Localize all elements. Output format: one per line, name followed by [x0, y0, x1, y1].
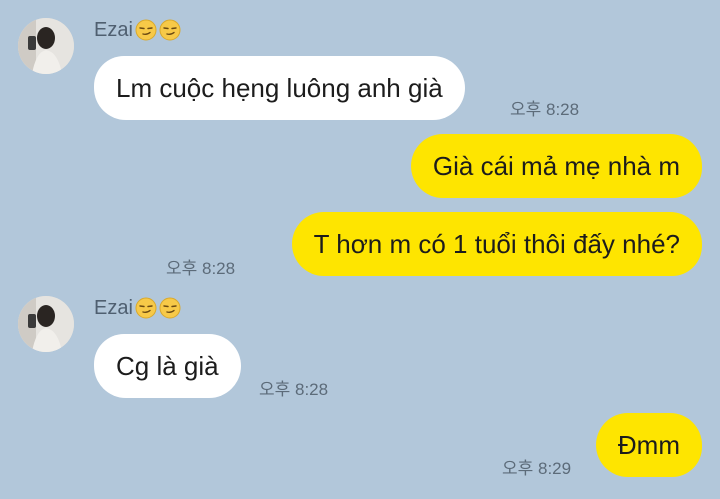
message-text: T hơn m có 1 tuổi thôi đấy nhé?: [313, 229, 680, 259]
avatar[interactable]: [18, 18, 74, 74]
message-bubble-outgoing[interactable]: T hơn m có 1 tuổi thôi đấy nhé?: [291, 212, 702, 276]
smirk-face-icon: [135, 297, 157, 319]
sender-name: Ezai: [94, 296, 181, 320]
message-text: Cg là già: [116, 351, 219, 381]
message-bubble-outgoing[interactable]: Đmm: [595, 413, 702, 477]
chat-area[interactable]: Ezai Lm cuộc hẹng luông anh già 오후 8:28 …: [0, 0, 720, 499]
message-bubble-incoming[interactable]: Cg là già: [94, 334, 241, 398]
message-text: Già cái mả mẹ nhà m: [432, 151, 680, 181]
avatar-photo-icon: [18, 296, 74, 352]
message-text: Đmm: [617, 430, 680, 460]
avatar-photo-icon: [18, 18, 74, 74]
sender-name-text: Ezai: [94, 19, 133, 41]
message-bubble-incoming[interactable]: Lm cuộc hẹng luông anh già: [94, 56, 465, 120]
message-timestamp: 오후 8:28: [166, 259, 236, 278]
message-timestamp: 오후 8:28: [259, 380, 329, 399]
smirk-face-icon: [159, 19, 181, 41]
message-bubble-outgoing[interactable]: Già cái mả mẹ nhà m: [410, 134, 702, 198]
smirk-face-icon: [135, 19, 157, 41]
message-timestamp: 오후 8:29: [502, 459, 572, 478]
message-timestamp: 오후 8:28: [510, 100, 580, 119]
sender-name: Ezai: [94, 18, 181, 42]
message-text: Lm cuộc hẹng luông anh già: [116, 73, 443, 103]
avatar[interactable]: [18, 296, 74, 352]
smirk-face-icon: [159, 297, 181, 319]
sender-name-text: Ezai: [94, 297, 133, 319]
